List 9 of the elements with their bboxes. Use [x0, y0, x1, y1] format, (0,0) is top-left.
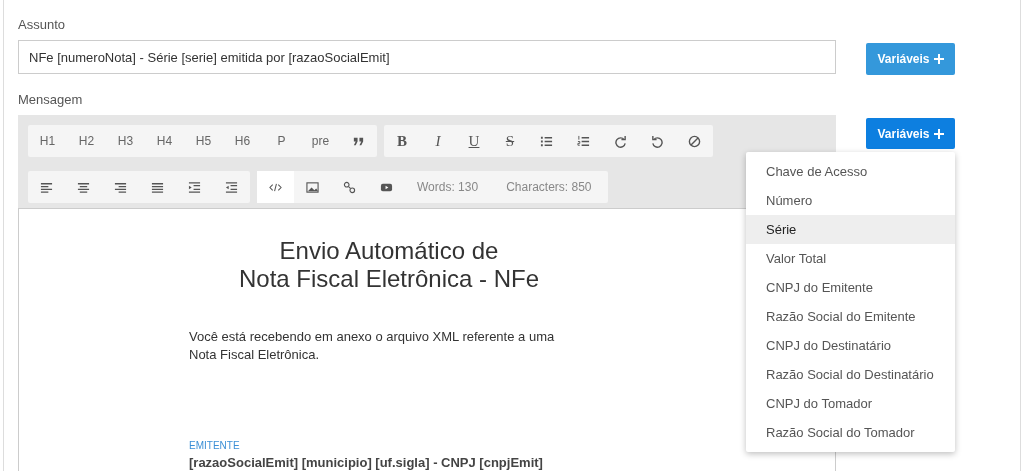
email-title: Envio Automático de	[279, 237, 499, 265]
email-title: Nota Fiscal Eletrônica - NFe	[238, 265, 540, 293]
counter-text: Characters: 850	[505, 179, 593, 196]
email-paragraph: Você está recebendo em anexo o arquivo XML referente a uma Nota Fiscal Eletrônica.	[189, 328, 556, 364]
field-label: Mensagem	[18, 92, 84, 107]
section-label: EMITENTE	[189, 440, 241, 451]
field-label: Assunto	[18, 17, 66, 32]
counter-text: Words: 130	[416, 179, 480, 196]
section-value: [razaoSocialEmit] [municipio] [uf.sigla] - CNPJ [cnpjEmit]	[189, 455, 544, 470]
